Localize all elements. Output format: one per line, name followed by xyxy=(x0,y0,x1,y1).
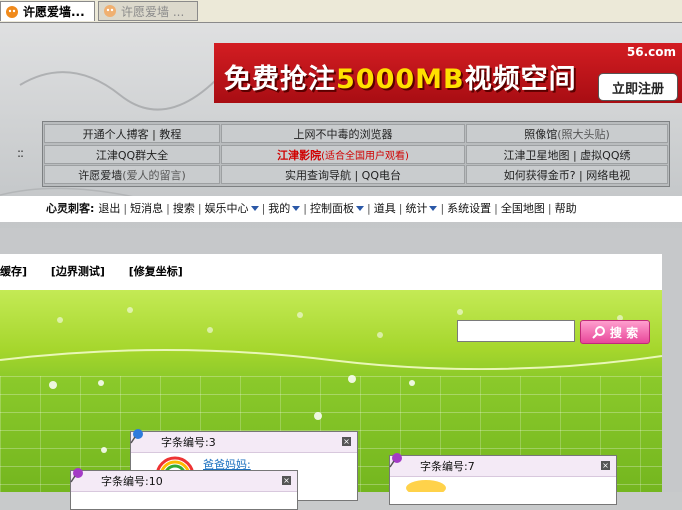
note-header: 字条编号: 3 xyxy=(131,432,357,453)
cache-link[interactable]: 缓存] xyxy=(0,265,27,278)
tab-bar: 许愿爱墙... 许愿爱墙 ... xyxy=(0,0,682,23)
nav-entertainment[interactable]: 娱乐中心 xyxy=(205,200,249,216)
banner-headline: 免费抢注5000MB视频空间 xyxy=(224,64,577,95)
nav-settings[interactable]: 系统设置 xyxy=(447,200,491,216)
link-cinema[interactable]: 江津影院 (适合全国用户观看) xyxy=(221,145,465,164)
wish-note-7[interactable]: 字条编号: 7 × xyxy=(389,453,617,505)
tab-title: 许愿爱墙... xyxy=(23,5,85,19)
tab-active[interactable]: 许愿爱墙... xyxy=(0,1,95,21)
note-header: 字条编号: 7 xyxy=(390,456,616,477)
link-safe-browser[interactable]: 上网不中毒的浏览器 xyxy=(221,124,465,143)
menu-dots-icon: :: xyxy=(17,146,24,160)
user-nav-bar: 心灵刺客: 退出 | 短消息 | 搜索 | 娱乐中心 | 我的 | 控制面板 | 道具 | 统… xyxy=(46,200,577,216)
dropdown-arrow-icon[interactable] xyxy=(356,205,364,211)
ad-banner[interactable]: 56.com 免费抢注5000MB视频空间 立即注册 xyxy=(214,43,682,103)
pushpin-icon xyxy=(130,429,143,444)
dropdown-arrow-icon[interactable] xyxy=(250,205,259,211)
note-number: 7 xyxy=(467,459,475,473)
page-favicon-icon xyxy=(6,5,18,18)
close-icon[interactable]: × xyxy=(342,437,351,446)
fix-coords-link[interactable]: [修复坐标] xyxy=(129,265,183,278)
link-wish-wall[interactable]: 许愿爱墙 (爱人的留言) xyxy=(44,165,220,184)
wish-note-10[interactable]: 字条编号: 10 × xyxy=(70,468,298,510)
nav-props[interactable]: 道具 xyxy=(374,200,396,216)
link-satellite-map[interactable]: 江津卫星地图 | 虚拟QQ绣 xyxy=(466,145,668,164)
dropdown-arrow-icon[interactable] xyxy=(292,205,301,211)
search-icon xyxy=(592,326,605,339)
nav-stats[interactable]: 统计 xyxy=(405,200,427,216)
nav-control-panel[interactable]: 控制面板 xyxy=(310,200,354,216)
close-icon[interactable]: × xyxy=(601,461,610,470)
nav-help[interactable]: 帮助 xyxy=(555,200,577,216)
link-query-nav[interactable]: 实用查询导航 | QQ电台 xyxy=(221,165,465,184)
tab-title: 许愿爱墙 ... xyxy=(121,4,185,19)
pushpin-icon xyxy=(389,453,402,468)
username-label: 心灵刺客: xyxy=(46,202,95,215)
nav-search[interactable]: 搜索 xyxy=(173,200,195,216)
link-photo-studio[interactable]: 照像馆 (照大头贴) xyxy=(466,124,668,143)
link-get-gold[interactable]: 如何获得金币? | 网络电视 xyxy=(466,165,668,184)
close-icon[interactable]: × xyxy=(282,476,291,485)
cartoon-avatar-icon xyxy=(406,480,446,492)
wall-toolbar: 缓存] [边界测试] [修复坐标] xyxy=(0,263,203,279)
boundary-test-link[interactable]: [边界测试] xyxy=(51,265,105,278)
link-qq-groups[interactable]: 江津QQ群大全 xyxy=(44,145,220,164)
search-button[interactable]: 搜 索 xyxy=(580,320,650,344)
wall-search-input[interactable] xyxy=(457,320,575,342)
dropdown-arrow-icon[interactable] xyxy=(429,205,438,211)
nav-mine[interactable]: 我的 xyxy=(268,200,290,216)
page-favicon-icon xyxy=(104,5,116,17)
nav-map[interactable]: 全国地图 xyxy=(501,200,545,216)
nav-logout[interactable]: 退出 xyxy=(98,200,120,216)
link-personal-blog[interactable]: 开通个人搏客 | 教程 xyxy=(44,124,220,143)
banner-logo: 56.com xyxy=(626,45,676,59)
nav-messages[interactable]: 短消息 xyxy=(130,200,163,216)
note-number: 3 xyxy=(208,435,216,449)
note-header: 字条编号: 10 xyxy=(71,471,297,492)
pushpin-icon xyxy=(70,468,83,483)
tab-inactive[interactable]: 许愿爱墙 ... xyxy=(98,1,198,21)
note-number: 10 xyxy=(148,474,163,488)
register-button[interactable]: 立即注册 xyxy=(598,73,678,101)
